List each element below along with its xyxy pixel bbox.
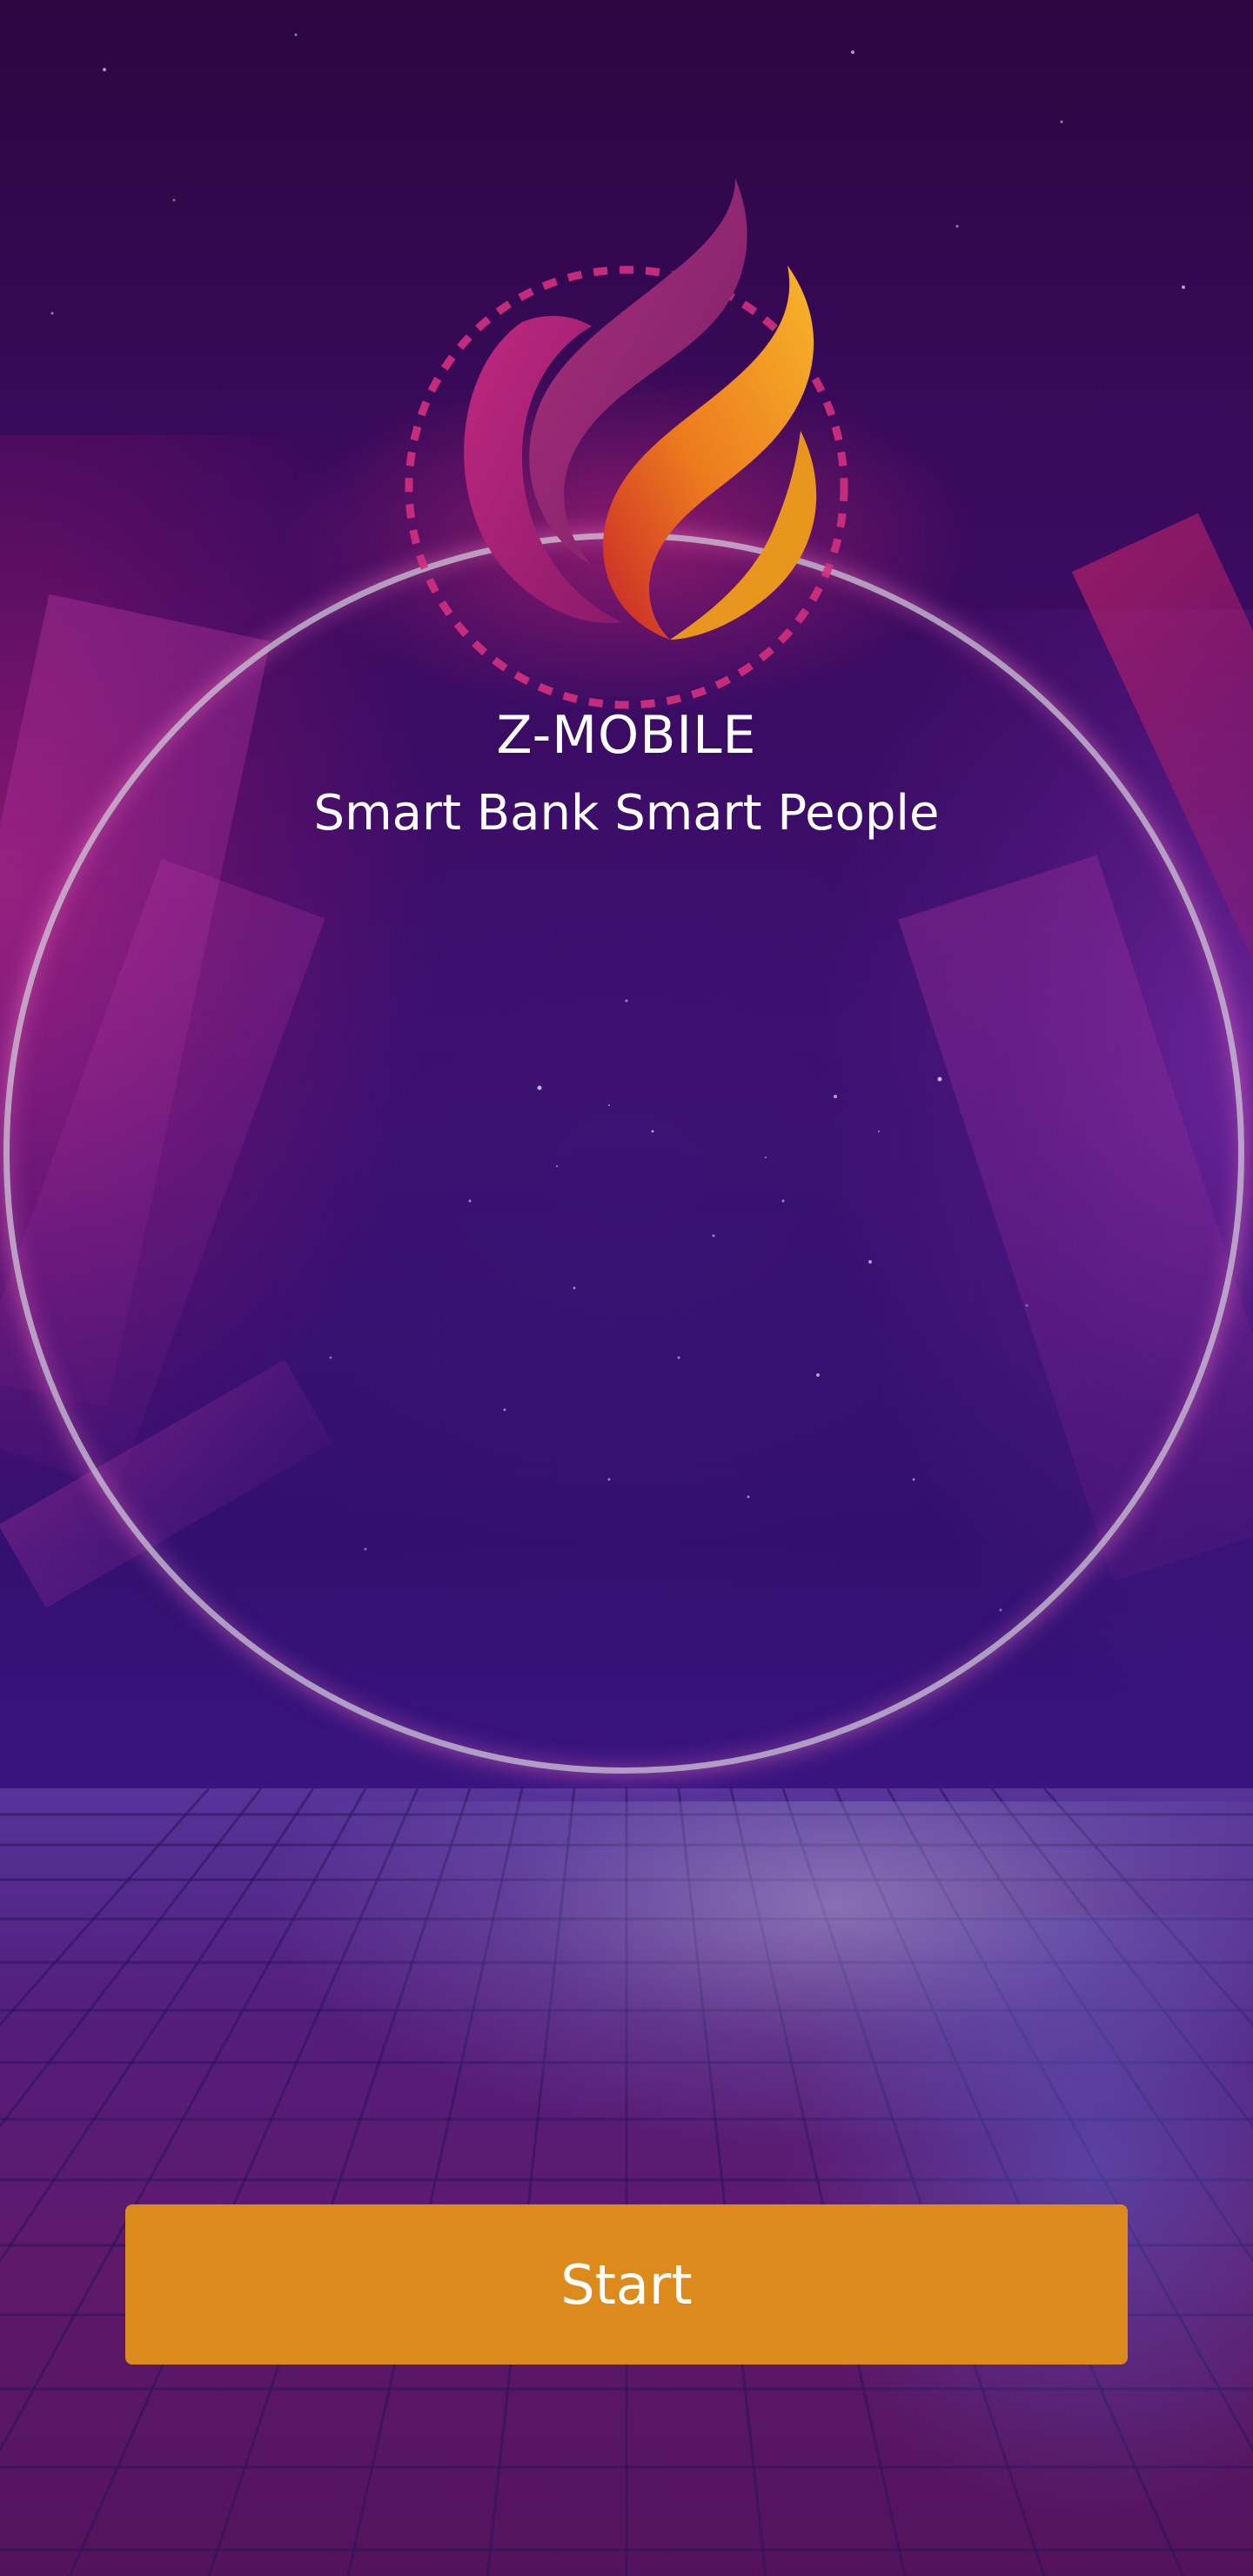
start-button[interactable]: Start [125,2204,1128,2365]
app-tagline: Smart Bank Smart People [313,785,940,842]
welcome-screen: Z-MOBILE Smart Bank Smart People Start [0,0,1253,2576]
app-title: Z-MOBILE [496,705,757,766]
flame-logo-icon [405,178,848,709]
